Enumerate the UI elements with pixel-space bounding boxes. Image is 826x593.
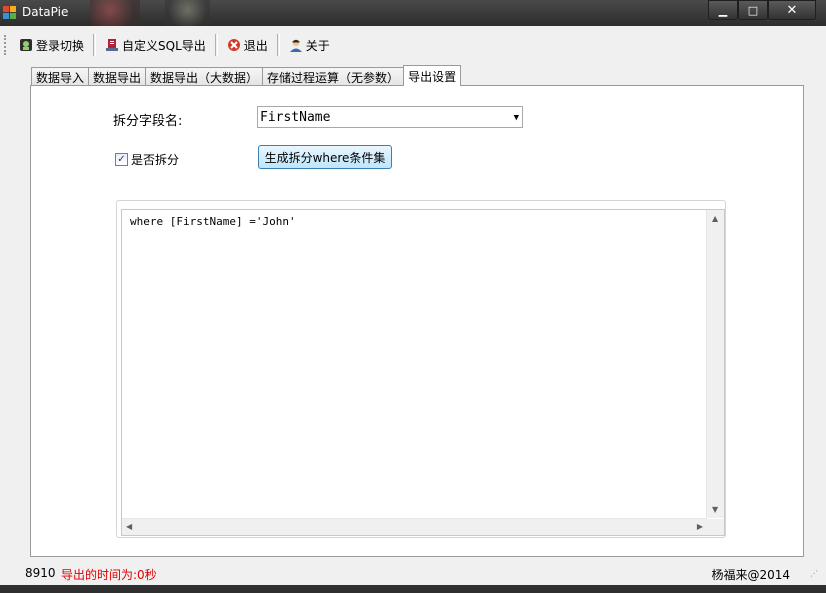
window-title: DataPie xyxy=(22,5,69,19)
exit-button[interactable]: 退出 xyxy=(221,34,274,56)
toolbar-separator xyxy=(93,34,97,56)
status-bar: 8910 导出的时间为:0秒 杨福来@2014 ⋰ xyxy=(0,561,826,585)
custom-sql-export-label: 自定义SQL导出 xyxy=(122,38,206,53)
app-window: DataPie ▁ □ ✕ 登录切换 自定义SQL导出 退出 关于 数据导入 数… xyxy=(0,0,826,593)
minimize-button[interactable]: ▁ xyxy=(708,0,738,20)
toolbar-separator xyxy=(276,34,280,56)
tab-stored-procedure[interactable]: 存储过程运算（无参数） xyxy=(262,67,405,86)
generate-where-button[interactable]: 生成拆分where条件集 xyxy=(258,145,392,169)
tab-data-export[interactable]: 数据导出 xyxy=(88,67,147,86)
tab-data-export-big-data[interactable]: 数据导出（大数据） xyxy=(145,67,264,86)
scroll-right-icon[interactable]: ▶ xyxy=(697,522,703,531)
where-conditions-text: where [FirstName] ='John' xyxy=(130,215,296,228)
split-field-label: 拆分字段名: xyxy=(113,114,183,129)
blurred-background-thumbnail xyxy=(90,0,140,26)
login-switch-button[interactable]: 登录切换 xyxy=(13,34,90,56)
title-bar[interactable]: DataPie ▁ □ ✕ xyxy=(0,0,826,26)
split-field-select[interactable]: FirstName ▼ xyxy=(257,106,523,128)
tab-export-settings[interactable]: 导出设置 xyxy=(403,65,462,86)
scroll-down-icon[interactable]: ▼ xyxy=(712,505,718,514)
split-checkbox-row[interactable]: ✓ 是否拆分 xyxy=(115,151,179,168)
tab-data-import[interactable]: 数据导入 xyxy=(31,67,90,86)
sql-export-icon xyxy=(106,39,119,51)
toolbar-grip[interactable] xyxy=(4,35,9,55)
status-message: 导出的时间为:0秒 xyxy=(61,568,157,582)
taskbar-strip xyxy=(0,585,826,593)
custom-sql-export-button[interactable]: 自定义SQL导出 xyxy=(99,34,212,56)
split-checkbox-label: 是否拆分 xyxy=(131,153,180,167)
dropdown-arrow-icon[interactable]: ▼ xyxy=(514,107,519,129)
exit-icon xyxy=(227,39,240,51)
tab-strip: 数据导入 数据导出 数据导出（大数据） 存储过程运算（无参数） 导出设置 xyxy=(31,65,462,86)
split-checkbox[interactable]: ✓ xyxy=(115,153,128,166)
blurred-background-thumbnail xyxy=(165,0,210,26)
app-icon xyxy=(3,6,16,19)
about-label: 关于 xyxy=(305,38,330,53)
resize-grip-icon[interactable]: ⋰ xyxy=(810,569,820,579)
export-settings-panel: 拆分字段名: FirstName ▼ ✓ 是否拆分 生成拆分where条件集 w… xyxy=(30,85,804,557)
status-copyright: 杨福来@2014 xyxy=(711,568,790,582)
where-conditions-textarea[interactable]: where [FirstName] ='John' ▲ ▼ ◀ ▶ xyxy=(121,209,725,536)
scrollbar-corner xyxy=(707,519,724,535)
scroll-up-icon[interactable]: ▲ xyxy=(712,214,718,223)
toolbar-separator xyxy=(214,34,218,56)
login-icon xyxy=(20,39,32,51)
status-count: 8910 xyxy=(25,566,56,580)
split-field-value: FirstName xyxy=(260,110,331,125)
scroll-left-icon[interactable]: ◀ xyxy=(126,522,132,531)
close-button[interactable]: ✕ xyxy=(768,0,816,20)
horizontal-scrollbar[interactable]: ◀ ▶ xyxy=(122,518,707,535)
toolbar: 登录切换 自定义SQL导出 退出 关于 xyxy=(4,30,336,60)
about-user-icon xyxy=(289,39,302,52)
maximize-button[interactable]: □ xyxy=(738,0,768,20)
exit-label: 退出 xyxy=(243,38,268,53)
login-switch-label: 登录切换 xyxy=(36,38,85,53)
where-conditions-group: where [FirstName] ='John' ▲ ▼ ◀ ▶ xyxy=(116,200,726,538)
vertical-scrollbar[interactable]: ▲ ▼ xyxy=(706,210,724,518)
about-button[interactable]: 关于 xyxy=(283,34,336,56)
